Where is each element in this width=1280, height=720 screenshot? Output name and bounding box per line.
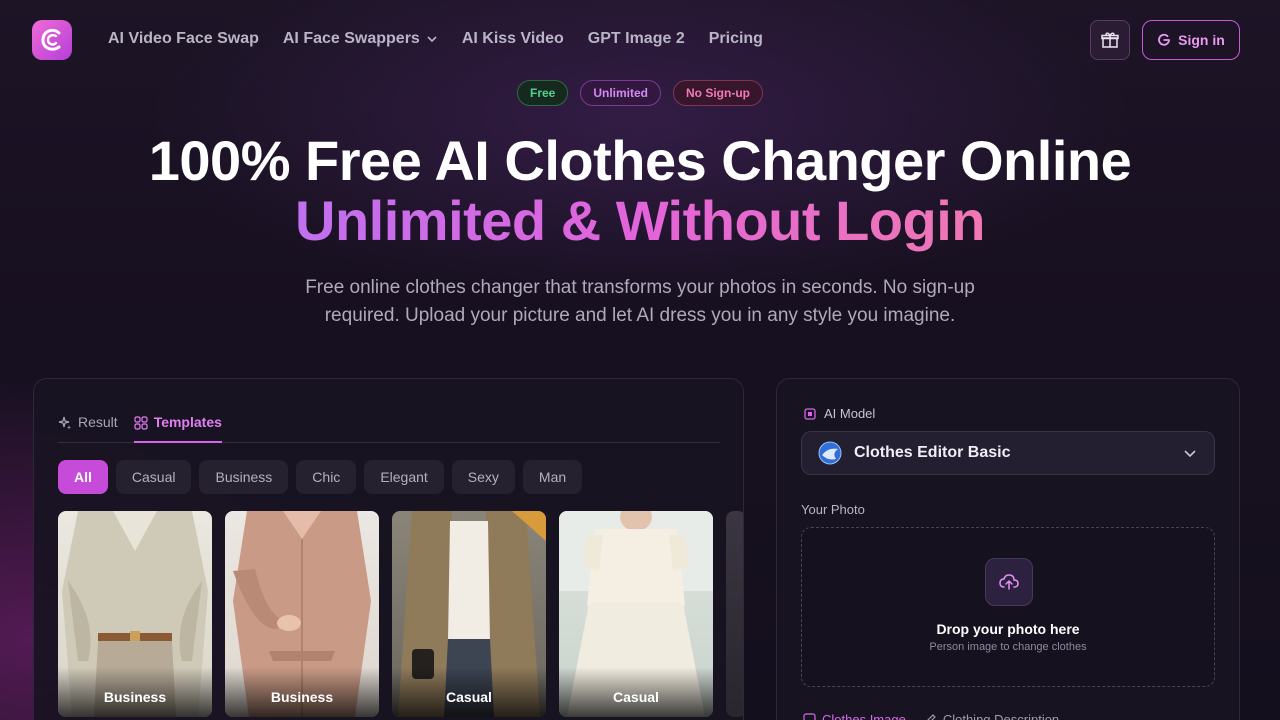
ai-model-label-text: AI Model [824,406,876,421]
tab-result-label: Result [78,414,118,430]
template-label: Casual [559,667,713,717]
chevron-down-icon [1184,450,1196,458]
filter-man[interactable]: Man [522,460,583,494]
filter-business[interactable]: Business [199,460,289,494]
badge-free: Free [516,80,569,106]
tab-templates[interactable]: Templates [133,407,222,443]
clothing-input-tabs: Clothes Image Clothing Description [803,712,1059,720]
hero-description: Free online clothes changer that transfo… [305,277,975,326]
nav-item-gpt-image[interactable]: GPT Image 2 [588,30,685,48]
tab-clothes-image[interactable]: Clothes Image [803,712,906,720]
template-card[interactable]: Business [225,511,379,717]
nav-item-pricing[interactable]: Pricing [709,30,763,48]
tab-clothing-description-label: Clothing Description [942,712,1060,720]
tab-templates-label: Templates [153,414,222,430]
template-card[interactable]: Casual [559,511,713,717]
nav-item-kiss-video[interactable]: AI Kiss Video [462,30,564,48]
nav-label: AI Video Face Swap [108,30,259,47]
editor-panel: AI Model Clothes Editor Basic Your Photo… [776,378,1240,720]
template-label: Business [58,667,212,717]
nav-label: AI Kiss Video [461,30,564,47]
model-select-value: Clothes Editor Basic [854,444,1011,461]
page-subtitle-text: Unlimited & Without Login [295,189,985,252]
dropzone-hint: Person image to change clothes [929,641,1087,653]
filter-chic[interactable]: Chic [296,460,357,494]
model-select[interactable]: Clothes Editor Basic [801,431,1215,475]
template-label: Business [225,667,379,717]
badge-no-signup: No Sign-up [673,80,763,106]
tab-clothes-image-label: Clothes Image [822,712,906,720]
photo-dropzone[interactable]: Drop your photo here Person image to cha… [801,527,1215,687]
filter-all[interactable]: All [58,460,108,494]
template-card[interactable]: Casual [392,511,546,717]
template-label: Casual [392,667,546,717]
tab-clothing-description[interactable]: Clothing Description [924,712,1059,720]
upload-button[interactable] [985,558,1033,606]
template-label-text: Business [270,689,334,705]
template-label-text: Business [103,689,167,705]
category-filters: All Casual Business Chic Elegant Sexy Ma… [58,460,583,494]
gift-icon [1101,32,1119,48]
pencil-icon [926,714,936,720]
sign-in-button[interactable]: Sign in [1142,20,1240,60]
your-photo-label: Your Photo [801,502,865,517]
model-globe-icon [818,441,842,465]
nav-item-face-swappers[interactable]: AI Face Swappers [283,30,438,48]
nav-label: AI Face Swappers [282,30,420,47]
page-subtitle: Unlimited & Without Login [0,188,1280,253]
sparkle-icon [58,416,71,430]
panel-tabs: Result Templates [58,407,720,443]
template-label-text: Casual [446,689,492,705]
badge-row: Free Unlimited No Sign-up [0,80,1280,106]
grid-icon [134,416,148,430]
cloud-upload-icon [999,574,1019,590]
logo[interactable] [32,20,72,60]
main-nav: AI Video Face Swap AI Face Swappers AI K… [108,30,763,48]
filter-casual[interactable]: Casual [115,460,192,494]
gift-button[interactable] [1090,20,1130,60]
badge-unlimited: Unlimited [580,80,662,106]
chevron-down-icon [427,36,437,43]
nav-label: Pricing [708,30,763,47]
page-title: 100% Free AI Clothes Changer Online [148,129,1132,192]
filter-sexy[interactable]: Sexy [451,460,515,494]
templates-panel: Result Templates All Casual Business Chi… [33,378,744,720]
nav-label: GPT Image 2 [587,30,685,47]
top-header: AI Video Face Swap AI Face Swappers AI K… [0,0,1280,82]
template-label-text: Casual [613,689,659,705]
chip-icon [804,407,816,420]
filter-elegant[interactable]: Elegant [364,460,444,494]
template-card-partial[interactable] [726,511,743,717]
tab-result[interactable]: Result [58,407,118,443]
template-grid: Business Business Casual Casual [58,511,743,717]
template-card[interactable]: Business [58,511,212,717]
nav-item-video-face-swap[interactable]: AI Video Face Swap [108,30,259,48]
dropzone-title: Drop your photo here [936,621,1080,637]
image-icon [803,713,816,720]
ai-model-label: AI Model [803,406,875,421]
logo-icon [41,28,61,51]
google-icon [1158,33,1171,46]
sign-in-label: Sign in [1178,32,1225,48]
